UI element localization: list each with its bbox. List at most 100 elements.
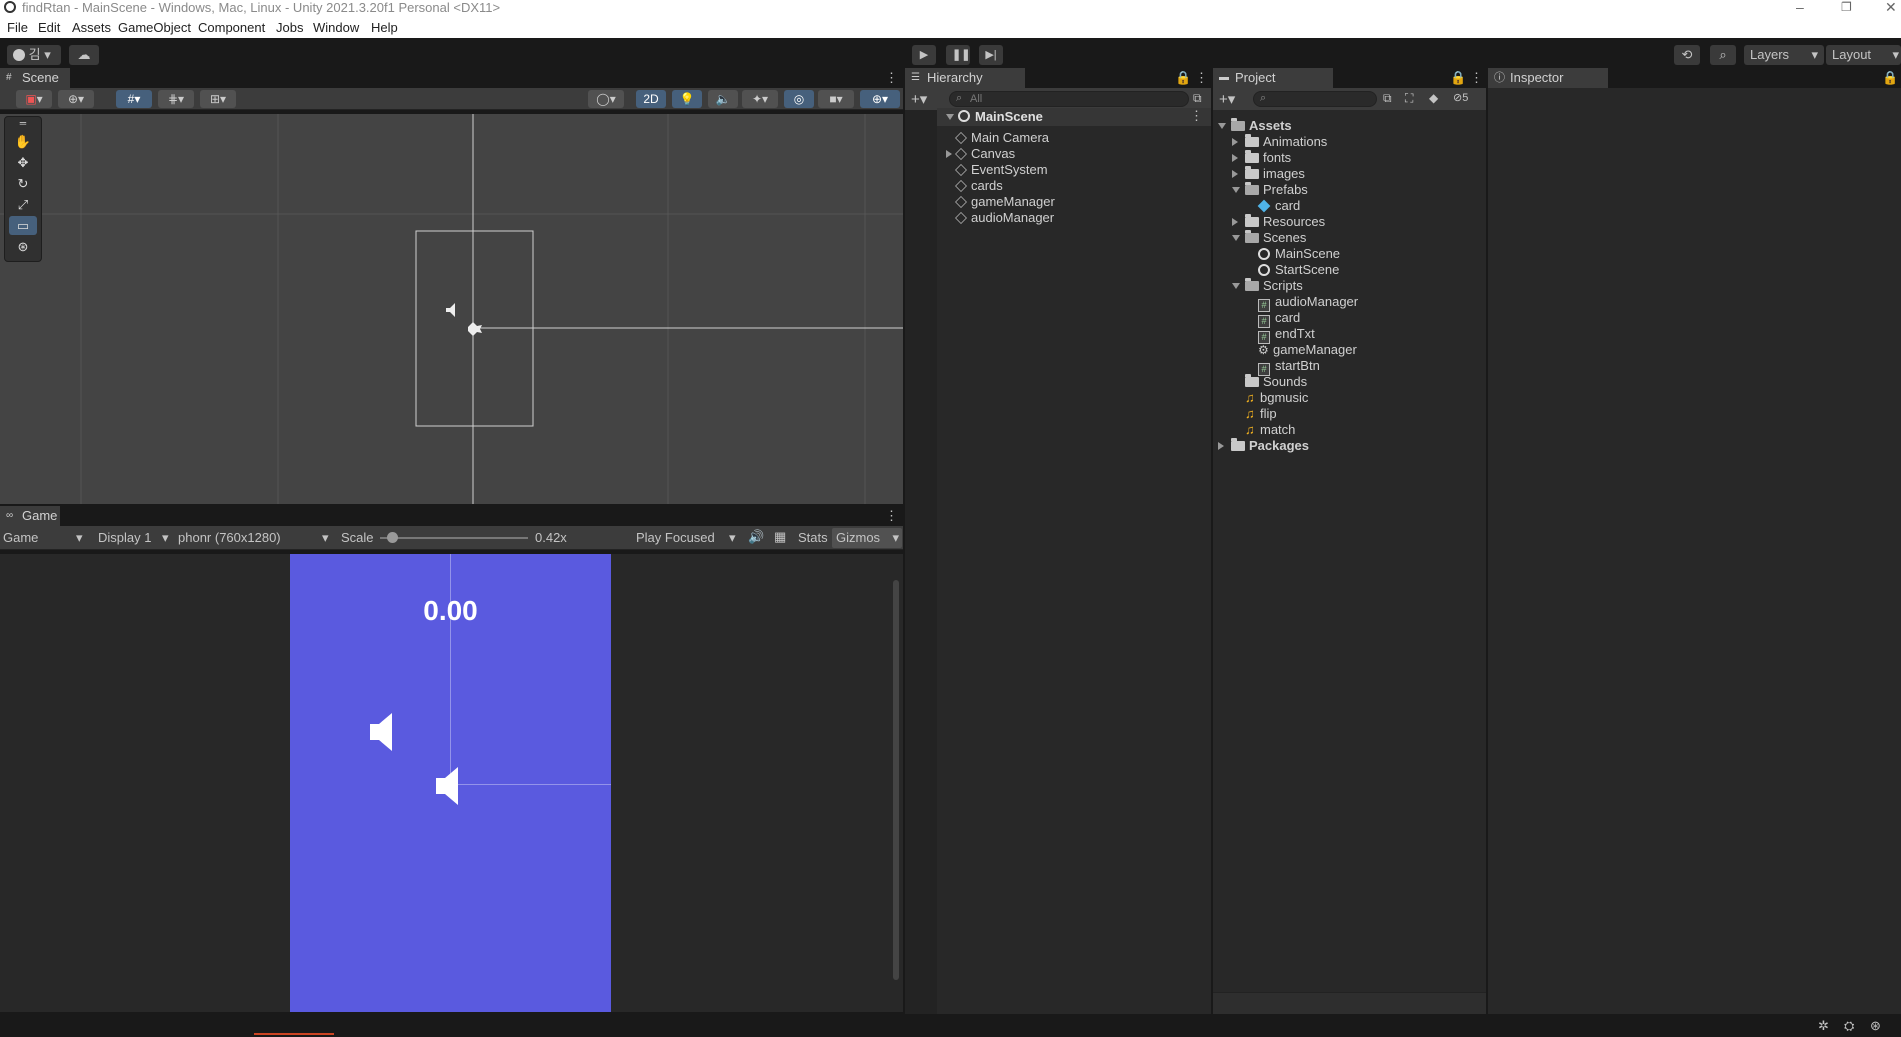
project-item[interactable]: Sounds: [1245, 374, 1307, 390]
tag-icon[interactable]: ◆: [1429, 91, 1438, 105]
effects-dropdown[interactable]: ✦▾: [742, 90, 778, 108]
menu-assets[interactable]: Assets: [72, 20, 111, 35]
align-dropdown[interactable]: ⊞▾: [200, 90, 236, 108]
project-item[interactable]: # card: [1258, 310, 1300, 328]
debug-icon[interactable]: ✲: [1818, 1018, 1829, 1034]
lock-icon[interactable]: 🔒: [1175, 70, 1191, 86]
scene-root-menu-icon[interactable]: ⋮: [1190, 108, 1203, 124]
hierarchy-item[interactable]: EventSystem: [955, 162, 1048, 178]
move-tool[interactable]: ✥: [9, 153, 37, 172]
tab-inspector[interactable]: ⓘ Inspector: [1488, 68, 1608, 88]
expand-arrow-icon[interactable]: [1232, 218, 1238, 226]
project-item[interactable]: # audioManager: [1258, 294, 1358, 312]
mute-audio-icon[interactable]: 🔊: [748, 529, 764, 545]
project-item[interactable]: Assets: [1218, 118, 1292, 134]
stats-button[interactable]: Stats: [798, 530, 828, 545]
hierarchy-item[interactable]: Canvas: [946, 146, 1015, 162]
close-icon[interactable]: ✕: [1885, 0, 1897, 15]
lock-icon[interactable]: 🔒: [1882, 70, 1898, 86]
project-item[interactable]: images: [1232, 166, 1305, 182]
account-button[interactable]: 김 ▾: [7, 45, 61, 65]
hierarchy-item[interactable]: Main Camera: [955, 130, 1049, 146]
project-search-input[interactable]: ⌕: [1253, 91, 1377, 107]
search-by-label-icon[interactable]: ⛶: [1405, 91, 1413, 106]
hand-tool[interactable]: ✋: [9, 132, 37, 151]
tab-scene[interactable]: # Scene: [0, 68, 70, 88]
expand-arrow-icon[interactable]: [1232, 154, 1238, 162]
scale-slider[interactable]: [380, 532, 528, 543]
scale-tool[interactable]: ⤢: [9, 195, 37, 214]
minimize-icon[interactable]: –: [1796, 0, 1804, 15]
rotate-tool[interactable]: ↻: [9, 174, 37, 193]
game-view-select[interactable]: Game: [3, 530, 38, 545]
project-item[interactable]: Scripts: [1232, 278, 1303, 294]
expand-arrow-icon[interactable]: [1218, 442, 1224, 450]
draw-mode-dropdown[interactable]: ▣▾: [16, 90, 52, 108]
project-item[interactable]: # startBtn: [1258, 358, 1320, 376]
project-item[interactable]: card: [1257, 198, 1300, 214]
grid-snap-dropdown[interactable]: #▾: [116, 90, 152, 108]
hierarchy-search-input[interactable]: ⌕ All: [949, 91, 1189, 107]
display-select[interactable]: Display 1: [98, 530, 151, 545]
hierarchy-menu-icon[interactable]: ⋮: [1195, 70, 1208, 86]
create-add-icon[interactable]: +▾: [1219, 90, 1235, 108]
project-item[interactable]: Resources: [1232, 214, 1325, 230]
restore-icon[interactable]: ❐: [1841, 0, 1852, 15]
expand-arrow-icon[interactable]: [1232, 283, 1240, 289]
hierarchy-item[interactable]: cards: [955, 178, 1003, 194]
expand-arrow-icon[interactable]: [946, 150, 952, 158]
step-button[interactable]: ▶|: [979, 45, 1003, 65]
scene-root-row[interactable]: MainScene ⋮: [937, 108, 1211, 126]
bake-icon[interactable]: ⛭: [1844, 1018, 1854, 1034]
search-options-icon[interactable]: ⧉: [1193, 91, 1202, 106]
project-item[interactable]: Prefabs: [1232, 182, 1308, 198]
layers-dropdown[interactable]: Layers ▾: [1744, 45, 1824, 65]
menu-jobs[interactable]: Jobs: [276, 20, 303, 35]
transform-tool[interactable]: ⊛: [9, 237, 37, 256]
lock-icon[interactable]: 🔒: [1450, 70, 1466, 86]
game-scrollbar[interactable]: [893, 580, 899, 980]
scene-viewport[interactable]: [0, 114, 903, 504]
snap-increment-dropdown[interactable]: ⋕▾: [158, 90, 194, 108]
menu-edit[interactable]: Edit: [38, 20, 60, 35]
project-item[interactable]: MainScene: [1258, 246, 1340, 262]
menu-gameobject[interactable]: GameObject: [118, 20, 191, 35]
tab-hierarchy[interactable]: ☰ Hierarchy: [905, 68, 1025, 88]
menu-window[interactable]: Window: [313, 20, 359, 35]
menu-component[interactable]: Component: [198, 20, 265, 35]
resolution-select[interactable]: phonr (760x1280): [178, 530, 281, 545]
game-viewport[interactable]: 0.00: [0, 554, 903, 1012]
search-by-type-icon[interactable]: ⧉: [1383, 91, 1392, 106]
collab-icon[interactable]: ⊛: [1870, 1018, 1881, 1034]
expand-arrow-icon[interactable]: [946, 114, 954, 120]
audio-toggle[interactable]: 🔈: [708, 90, 738, 108]
project-item[interactable]: Packages: [1218, 438, 1309, 454]
menu-help[interactable]: Help: [371, 20, 398, 35]
keyboard-shortcuts-icon[interactable]: ▦: [774, 529, 786, 545]
expand-arrow-icon[interactable]: [1232, 187, 1240, 193]
project-item[interactable]: StartScene: [1258, 262, 1339, 278]
lighting-toggle[interactable]: 💡: [672, 90, 702, 108]
cloud-button[interactable]: ☁: [69, 45, 99, 65]
scene-menu-icon[interactable]: ⋮: [885, 70, 898, 86]
tool-palette-handle[interactable]: ═: [9, 119, 37, 129]
expand-arrow-icon[interactable]: [1232, 235, 1240, 241]
camera-dropdown[interactable]: ■▾: [818, 90, 854, 108]
menu-file[interactable]: File: [7, 20, 28, 35]
game-menu-icon[interactable]: ⋮: [885, 508, 898, 524]
tab-project[interactable]: ▬ Project: [1213, 68, 1333, 88]
mode-2d-toggle[interactable]: 2D: [636, 90, 666, 108]
expand-arrow-icon[interactable]: [1232, 138, 1238, 146]
hierarchy-item[interactable]: audioManager: [955, 210, 1054, 226]
project-item[interactable]: fonts: [1232, 150, 1291, 166]
project-item[interactable]: # endTxt: [1258, 326, 1315, 344]
project-item[interactable]: ♫ flip: [1245, 406, 1277, 422]
project-menu-icon[interactable]: ⋮: [1470, 70, 1483, 86]
shading-dropdown[interactable]: ◯▾: [588, 90, 624, 108]
create-add-icon[interactable]: +▾: [911, 90, 927, 108]
project-item[interactable]: ♫ bgmusic: [1245, 390, 1308, 406]
play-focused-select[interactable]: Play Focused: [636, 530, 715, 545]
gizmos-scene-dropdown[interactable]: ⊕▾: [860, 90, 900, 108]
global-dropdown[interactable]: ⊕▾: [58, 90, 94, 108]
rect-tool[interactable]: ▭: [9, 216, 37, 235]
